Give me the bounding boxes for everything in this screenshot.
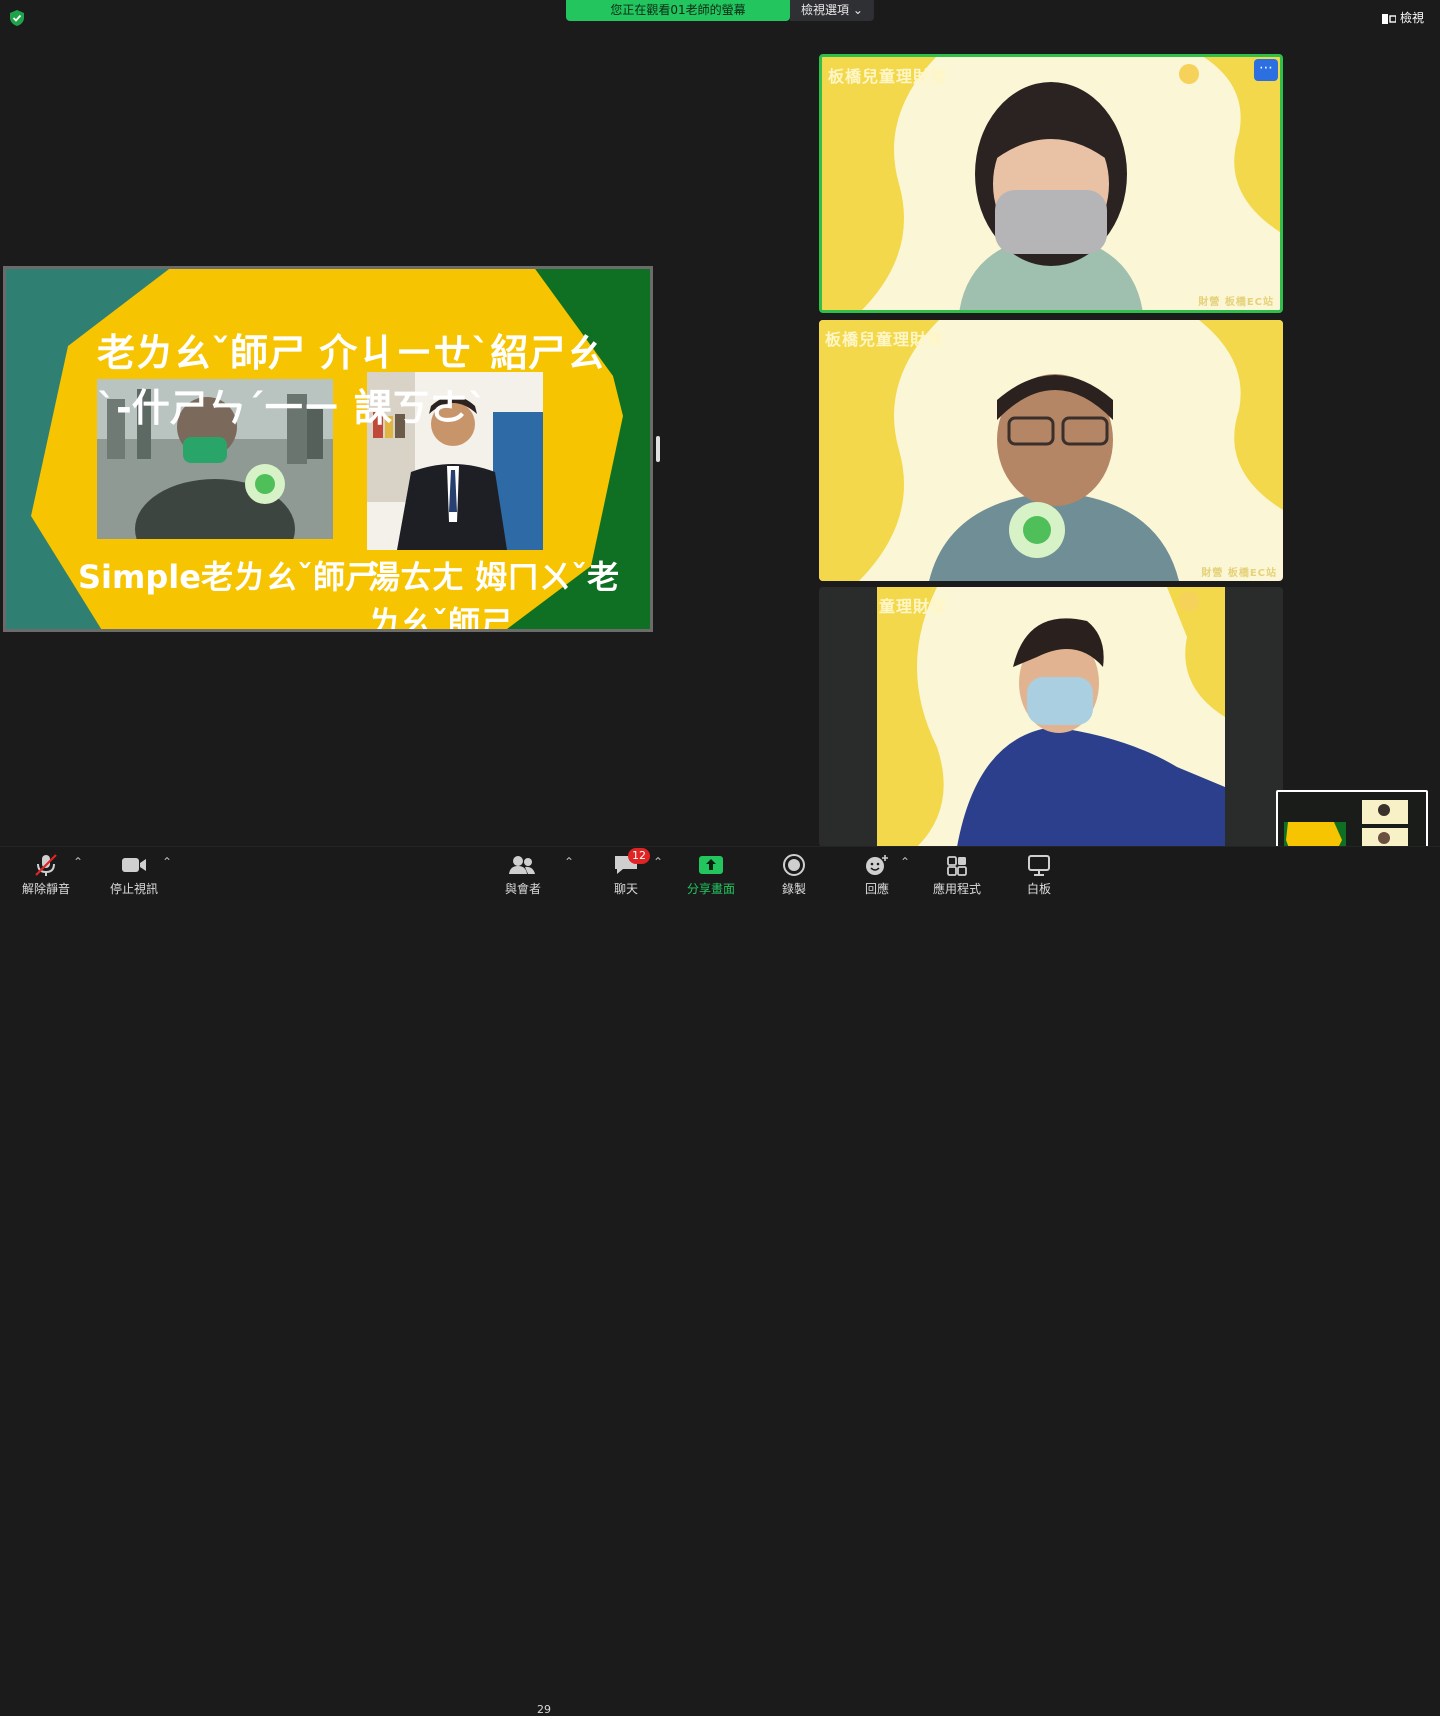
shared-screen[interactable]: 老ㄌㄠˇ師ㄕ 介ㄐㄧㄝˋ紹ㄕㄠˋ-什ㄕㄣˊ一ㄧ 課ㄎㄜˋ Simple老ㄌㄠˇ師… [3,266,653,632]
reactions-options-caret[interactable]: ⌃ [900,856,910,868]
share-screen-button[interactable]: 分享畫面 [680,847,742,901]
share-screen-icon [699,856,723,874]
unmute-label: 解除靜音 [21,882,70,896]
tile-2-watermark: 財營 板橋EC站 [1201,568,1277,579]
apps-label: 應用程式 [932,882,981,896]
video-feed-1 [822,57,1280,310]
video-feed-3 [877,587,1225,847]
participants-label: 與會者 [504,882,541,896]
participants-icon [509,856,535,874]
caption-simple-teacher: Simple老ㄌㄠˇ師ㄕ [78,558,377,596]
view-options-dropdown[interactable]: 檢視選項 ⌄ [790,0,874,21]
video-camera-icon [122,858,146,872]
participants-options-caret[interactable]: ⌃ [564,856,574,868]
reactions-label: 回應 [864,882,889,896]
record-icon [783,854,805,876]
whiteboard-button[interactable]: 白板 [1012,847,1066,901]
slide-title: 老ㄌㄠˇ師ㄕ 介ㄐㄧㄝˋ紹ㄕㄠˋ-什ㄕㄣˊ一ㄧ 課ㄎㄜˋ [97,331,605,430]
panel-resize-handle[interactable] [656,436,660,462]
unmute-button[interactable]: 解除靜音 [14,847,78,901]
caption-tom-teacher: 湯ㄊㄤ 姆ㄇㄨˇ老ㄌㄠˇ師ㄕ [368,558,620,632]
emoji-reaction-icon [866,855,888,875]
video-tile-3[interactable]: 童理財營 [819,587,1283,847]
whiteboard-label: 白板 [1026,882,1051,896]
participants-count: 29 [537,1703,551,1716]
view-button-label: 檢視 [1399,11,1424,25]
tile-1-watermark: 財營 板橋EC站 [1198,297,1274,308]
shield-check-icon[interactable] [8,9,26,27]
apps-icon [947,856,967,876]
tile-1-name: 板橋兒童理財營 [828,67,948,86]
tile-3-name: 童理財營 [879,597,948,616]
tile-2-name: 板橋兒童理財營 [825,330,945,349]
view-options-label: 檢視選項 [801,3,850,17]
chevron-down-icon: ⌄ [852,3,863,17]
reactions-button[interactable]: 回應 [850,847,904,901]
more-options-button[interactable]: ⋯ [1254,59,1278,81]
audio-options-caret[interactable]: ⌃ [73,856,83,868]
meeting-toolbar: 解除靜音 ⌃ 停止視訊 ⌃ 與會者 29 ⌃ 聊天 ⌃ 分享畫面 錄製 回應 ⌃… [0,846,1440,1716]
whiteboard-icon [1028,855,1050,876]
chat-unread-badge: 12 [628,848,650,864]
video-options-caret[interactable]: ⌃ [162,856,172,868]
video-tile-2[interactable]: 板橋兒童理財營 財營 板橋EC站 [819,320,1283,581]
record-button[interactable]: 錄製 [766,847,822,901]
participants-button[interactable]: 與會者 [494,847,552,901]
record-label: 錄製 [781,882,806,896]
stop-video-button[interactable]: 停止視訊 [102,847,166,901]
top-bar: 您正在觀看01老師的螢幕 檢視選項 ⌄ 檢視 [0,0,1440,34]
share-screen-label: 分享畫面 [686,882,735,896]
viewing-screen-banner: 您正在觀看01老師的螢幕 [566,0,790,21]
apps-button[interactable]: 應用程式 [926,847,988,901]
chat-options-caret[interactable]: ⌃ [653,856,663,868]
stop-video-label: 停止視訊 [109,882,158,896]
view-layout-icon [1381,13,1396,24]
view-button[interactable]: 檢視 [1381,9,1424,26]
video-feed-2 [819,320,1283,581]
microphone-muted-icon [35,854,57,876]
chat-label: 聊天 [613,882,638,896]
video-tile-1[interactable]: 板橋兒童理財營 財營 板橋EC站 [819,54,1283,313]
